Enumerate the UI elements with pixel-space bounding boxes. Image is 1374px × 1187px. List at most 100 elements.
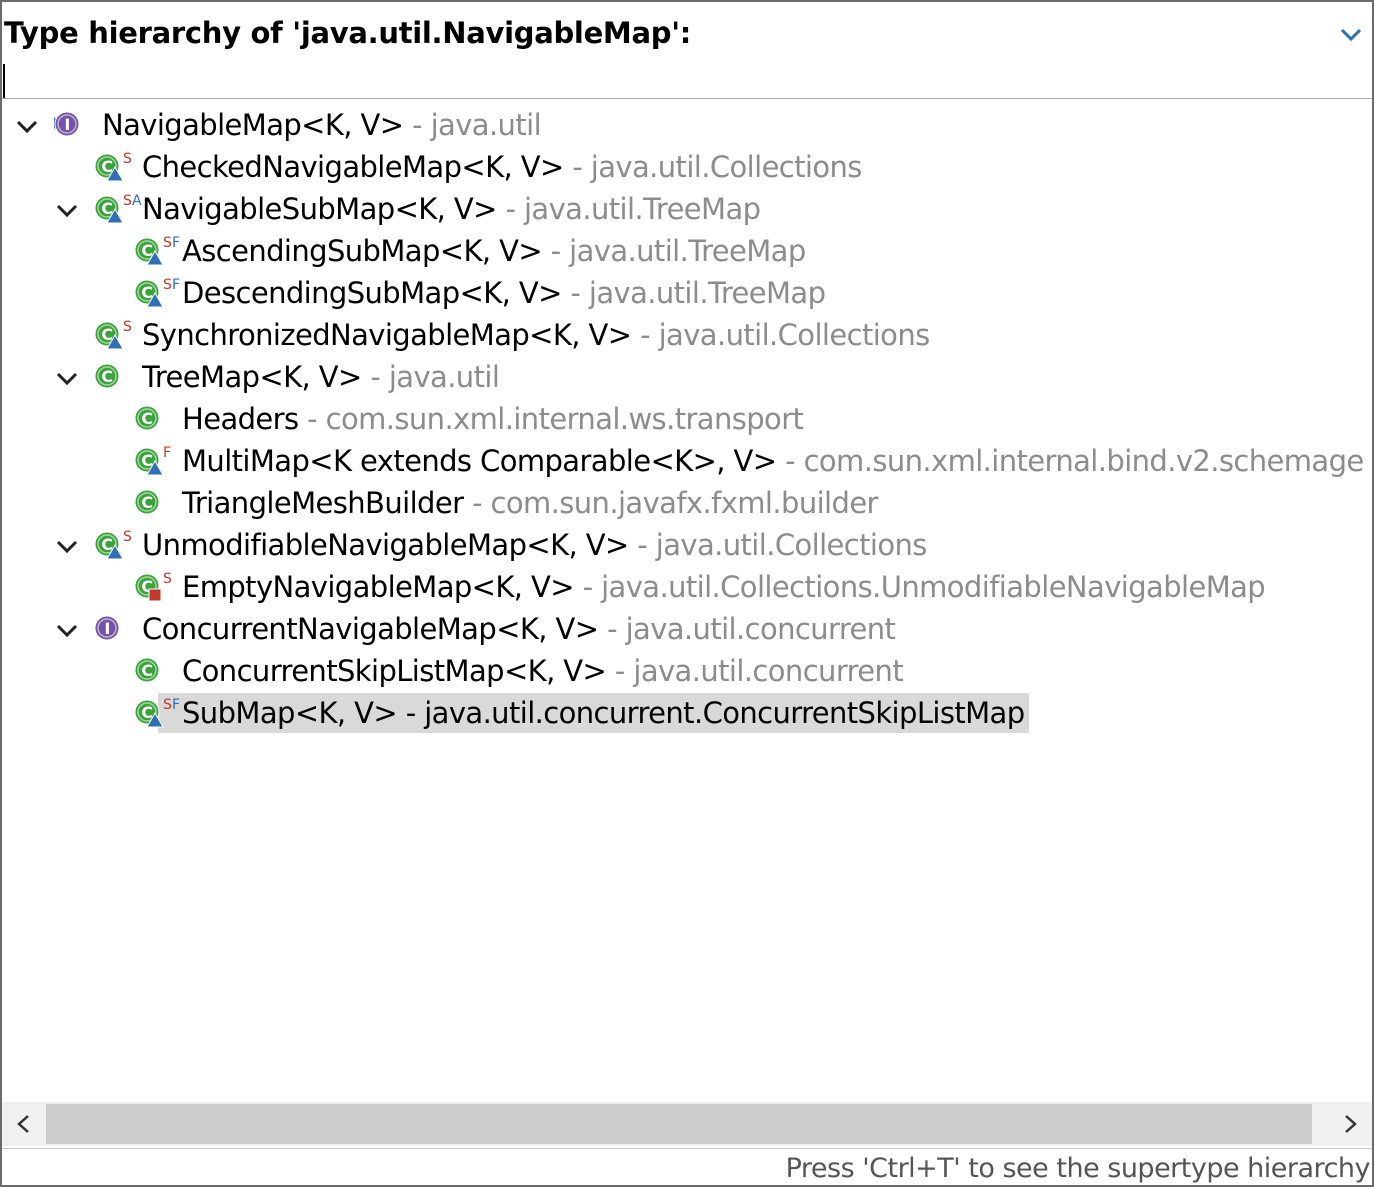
package-text: java.util — [388, 360, 500, 394]
package-text: com.sun.xml.internal.ws.transport — [325, 402, 804, 436]
package-name: - com.sun.xml.internal.ws.transport — [299, 399, 804, 439]
svg-text:C: C — [141, 409, 152, 428]
svg-text:S: S — [123, 193, 132, 209]
tree-item[interactable]: C F MultiMap<K extends Comparable<K>, V> -… — [132, 441, 1364, 481]
svg-text:C: C — [141, 493, 152, 512]
tree-item[interactable]: C S F AscendingSubMap<K, V> - java.util.Tre… — [132, 231, 806, 271]
type-name: UnmodifiableNavigableMap<K, V> — [142, 528, 629, 562]
tree-item[interactable]: C S F DescendingSubMap<K, V> - java.util.Tr… — [132, 273, 826, 313]
svg-text:C: C — [101, 535, 112, 554]
package-name: - java.util.Collections — [631, 315, 930, 355]
type-hierarchy-popup: Type hierarchy of 'java.util.NavigableMa… — [0, 0, 1374, 1187]
svg-text:F: F — [172, 235, 180, 251]
type-name: ConcurrentSkipListMap<K, V> — [182, 654, 607, 688]
tree-item[interactable]: C S EmptyNavigableMap<K, V> - java.util.Co… — [132, 567, 1266, 607]
package-text: java.util.concurrent — [625, 612, 896, 646]
type-name: MultiMap<K extends Comparable<K>, V> — [182, 444, 777, 478]
tree-item[interactable]: C TriangleMeshBuilder - com.sun.javafx.fx… — [132, 483, 878, 523]
svg-text:F: F — [172, 697, 180, 713]
package-name: - java.util.concurrent.ConcurrentSkipLis… — [397, 693, 1025, 733]
chevron-down-icon[interactable] — [56, 539, 78, 555]
package-text: java.util — [430, 108, 542, 142]
type-name: CheckedNavigableMap<K, V> — [142, 150, 564, 184]
package-text: java.util.Collections.UnmodifiableNaviga… — [601, 570, 1266, 604]
package-name: - java.util.concurrent — [606, 651, 904, 691]
type-name: ConcurrentNavigableMap<K, V> — [142, 612, 599, 646]
chevron-right-icon[interactable] — [1340, 1114, 1360, 1134]
package-name: - java.util.concurrent — [598, 609, 896, 649]
chevron-down-icon[interactable] — [16, 119, 38, 135]
tree-item[interactable]: C S A NavigableSubMap<K, V> - java.util.Tre… — [56, 189, 761, 229]
tree-item[interactable]: I ConcurrentNavigableMap<K, V> - java.uti… — [56, 609, 896, 649]
type-name: Headers — [182, 402, 299, 436]
class-icon: CSF — [132, 273, 182, 313]
package-text: java.util.concurrent — [633, 654, 904, 688]
chevron-down-icon[interactable] — [56, 623, 78, 639]
tree-item[interactable]: C S UnmodifiableNavigableMap<K, V> - java.… — [56, 525, 927, 565]
svg-text:S: S — [163, 277, 172, 293]
scrollbar-thumb[interactable] — [46, 1104, 1312, 1144]
class-icon: CSA — [92, 189, 142, 229]
svg-text:S: S — [123, 529, 132, 545]
tree-item[interactable]: C S F SubMap<K, V> - java.util.concurrent.C… — [132, 693, 1029, 733]
svg-text:F: F — [163, 445, 171, 461]
hierarchy-tree[interactable]: I NavigableMap<K, V> - java.util C S Checked… — [2, 102, 1372, 1098]
type-name: AscendingSubMap<K, V> — [182, 234, 543, 268]
svg-text:C: C — [101, 157, 112, 176]
svg-text:C: C — [141, 451, 152, 470]
svg-text:C: C — [101, 367, 112, 386]
type-name: TriangleMeshBuilder — [182, 486, 464, 520]
svg-text:C: C — [101, 199, 112, 218]
package-name: - java.util.Collections — [629, 525, 927, 565]
interface-icon: I — [92, 609, 142, 649]
svg-text:S: S — [123, 319, 132, 335]
tree-item[interactable]: I NavigableMap<K, V> - java.util — [16, 105, 542, 145]
package-text: com.sun.xml.internal.bind.v2.schemage — [803, 444, 1365, 478]
package-text: java.util.TreeMap — [523, 192, 761, 226]
svg-text:C: C — [141, 283, 152, 302]
horizontal-scrollbar[interactable] — [2, 1102, 1372, 1146]
separator: - — [397, 696, 425, 730]
class-icon: CS — [92, 147, 142, 187]
class-icon: C — [132, 483, 182, 523]
separator: - — [573, 570, 602, 604]
package-text: java.util.TreeMap — [588, 276, 826, 310]
separator: - — [606, 654, 634, 688]
separator: - — [776, 444, 804, 478]
type-name: SynchronizedNavigableMap<K, V> — [142, 318, 632, 352]
tree-item[interactable]: C S SynchronizedNavigableMap<K, V> - java.… — [92, 315, 930, 355]
chevron-down-icon[interactable] — [56, 203, 78, 219]
chevron-left-icon[interactable] — [14, 1114, 34, 1134]
package-name: - java.util.TreeMap — [542, 231, 807, 271]
status-bar: Press 'Ctrl+T' to see the supertype hier… — [2, 1148, 1372, 1187]
package-text: java.util.Collections — [655, 528, 928, 562]
class-icon: CS — [92, 315, 142, 355]
class-icon: CF — [132, 441, 182, 481]
svg-text:C: C — [141, 703, 152, 722]
class-icon: C — [132, 399, 182, 439]
package-text: com.sun.javafx.fxml.builder — [490, 486, 879, 520]
tree-item[interactable]: C Headers - com.sun.xml.internal.ws.trans… — [132, 399, 804, 439]
chevron-down-icon[interactable] — [56, 371, 78, 387]
tree-item[interactable]: C ConcurrentSkipListMap<K, V> - java.util… — [132, 651, 904, 691]
svg-text:A: A — [132, 193, 142, 209]
package-name: - java.util — [362, 357, 500, 397]
tree-item[interactable]: C S CheckedNavigableMap<K, V> - java.util.… — [92, 147, 862, 187]
package-text: java.util.concurrent.ConcurrentSkipListM… — [424, 696, 1025, 730]
tree-item[interactable]: C TreeMap<K, V> - java.util — [56, 357, 500, 397]
type-name: SubMap<K, V> — [182, 696, 398, 730]
popup-title: Type hierarchy of 'java.util.NavigableMa… — [4, 16, 692, 50]
svg-text:C: C — [101, 325, 112, 344]
class-icon: C — [132, 651, 182, 691]
package-name: - java.util.Collections — [564, 147, 862, 187]
text-caret — [3, 64, 5, 98]
separator: - — [463, 486, 491, 520]
separator: - — [496, 192, 524, 226]
separator: - — [598, 612, 626, 646]
class-icon: C — [92, 357, 142, 397]
interface-icon: I — [52, 105, 102, 145]
separator: - — [542, 234, 570, 268]
type-name: TreeMap<K, V> — [142, 360, 362, 394]
chevron-down-icon[interactable] — [1340, 28, 1362, 42]
filter-input[interactable] — [2, 60, 1372, 99]
